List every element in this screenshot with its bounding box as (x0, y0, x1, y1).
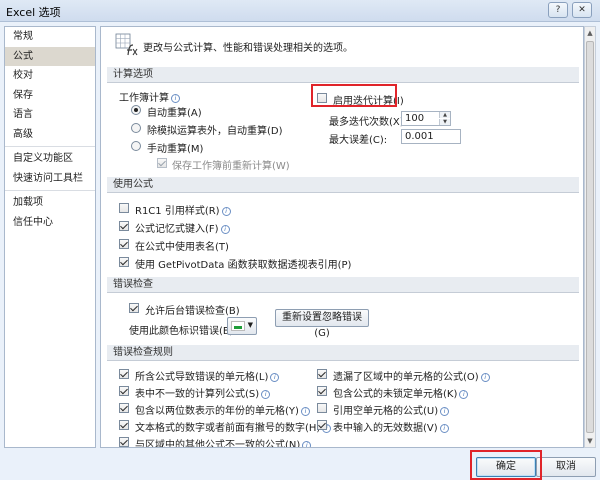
color-swatch-icon (231, 321, 245, 331)
stepper-up-icon[interactable]: ▲ (439, 112, 450, 118)
rule-checkbox[interactable] (119, 386, 129, 396)
recalc-before-save-checkbox[interactable] (157, 158, 167, 168)
rule-label[interactable]: 表中输入的无效数据(V) i (333, 419, 449, 434)
section-error-checking: 错误检查 (107, 277, 579, 293)
reset-ignored-errors-button[interactable]: 重新设置忽略错误(G) (275, 309, 369, 339)
max-change-label: 最大误差(C): (329, 135, 388, 146)
max-iterations-stepper[interactable]: 100 ▲ ▼ (401, 111, 451, 126)
auto-except-tables-radio[interactable] (131, 123, 141, 133)
info-icon: i (261, 390, 271, 399)
background-error-checking-checkbox[interactable] (129, 303, 139, 313)
background-error-checking-label[interactable]: 允许后台错误检查(B) (145, 302, 240, 317)
rule-checkbox[interactable] (317, 386, 327, 396)
manual-calc-label[interactable]: 手动重算(M) (147, 140, 203, 155)
recalc-before-save-label[interactable]: 保存工作簿前重新计算(W) (172, 157, 290, 172)
close-button[interactable]: ✕ (572, 2, 592, 18)
rule-checkbox[interactable] (119, 403, 129, 413)
rule-checkbox[interactable] (119, 369, 129, 379)
formula-autocomplete-checkbox[interactable] (119, 221, 129, 231)
formulas-panel: 更改与公式计算、性能和错误处理相关的选项。 计算选项 工作簿计算 i 自动重算(A… (100, 26, 584, 448)
panel-description: 更改与公式计算、性能和错误处理相关的选项。 (143, 43, 353, 54)
max-iterations-label: 最多迭代次数(X): (329, 117, 408, 128)
highlight-box-iterative (311, 84, 397, 107)
section-error-checking-rules: 错误检查规则 (107, 345, 579, 361)
sidebar-divider (5, 190, 95, 191)
rule-label[interactable]: 与区域中的其他公式不一致的公式(N) i (135, 436, 312, 447)
sidebar: 常规 公式 校对 保存 语言 高级 自定义功能区 快速访问工具栏 加载项 信任中… (4, 26, 96, 448)
info-icon: i (220, 225, 230, 234)
section-calc-options: 计算选项 (107, 67, 579, 83)
info-icon: i (302, 441, 312, 447)
auto-except-tables-label[interactable]: 除模拟运算表外，自动重算(D) (147, 122, 283, 137)
info-icon: i (480, 373, 490, 382)
info-icon: i (459, 390, 469, 399)
formula-autocomplete-label[interactable]: 公式记忆式键入(F) i (135, 220, 230, 235)
error-color-label: 使用此颜色标识错误(E): (129, 326, 237, 337)
rule-checkbox[interactable] (317, 403, 327, 413)
rule-checkbox[interactable] (317, 420, 327, 430)
scroll-thumb[interactable] (586, 41, 594, 433)
sidebar-item-general[interactable]: 常规 (5, 27, 95, 47)
sidebar-item-proofing[interactable]: 校对 (5, 66, 95, 86)
sidebar-item-save[interactable]: 保存 (5, 86, 95, 106)
info-icon: i (221, 207, 231, 216)
chevron-down-icon: ▼ (247, 321, 253, 329)
cancel-button[interactable]: 取消 (536, 457, 596, 477)
sidebar-item-add-ins[interactable]: 加载项 (5, 193, 95, 213)
manual-calc-radio[interactable] (131, 141, 141, 151)
title-bar: Excel 选项 ? ✕ (0, 0, 600, 22)
info-icon: i (439, 424, 449, 433)
workbook-calc-label: 工作簿计算 i (119, 89, 180, 104)
sidebar-item-formulas[interactable]: 公式 (5, 46, 95, 66)
rule-checkbox[interactable] (119, 420, 129, 430)
rule-label[interactable]: 遗漏了区域中的单元格的公式(O) i (333, 368, 490, 383)
panel-scrollbar[interactable]: ▲ ▼ (584, 26, 596, 448)
rule-label[interactable]: 文本格式的数字或者前面有撇号的数字(H)i (135, 419, 332, 434)
rule-checkbox[interactable] (317, 369, 327, 379)
info-icon: i (300, 407, 310, 416)
info-icon: i (270, 373, 280, 382)
sidebar-item-customize-ribbon[interactable]: 自定义功能区 (5, 149, 95, 169)
table-names-checkbox[interactable] (119, 239, 129, 249)
error-color-picker[interactable]: ▼ (227, 317, 257, 335)
rule-checkbox[interactable] (119, 437, 129, 447)
sidebar-item-language[interactable]: 语言 (5, 105, 95, 125)
rule-label[interactable]: 表中不一致的计算列公式(S) i (135, 385, 271, 400)
info-icon: i (440, 407, 450, 416)
stepper-down-icon[interactable]: ▼ (439, 119, 450, 125)
section-working-with-formulas: 使用公式 (107, 177, 579, 193)
sidebar-item-advanced[interactable]: 高级 (5, 125, 95, 145)
scroll-down-icon[interactable]: ▼ (585, 435, 595, 447)
highlight-box-ok (470, 450, 542, 480)
rule-label[interactable]: 包含公式的未锁定单元格(K) i (333, 385, 469, 400)
auto-calc-radio[interactable] (131, 105, 141, 115)
max-iterations-value: 100 (405, 113, 425, 124)
r1c1-checkbox[interactable] (119, 203, 129, 213)
getpivotdata-label[interactable]: 使用 GetPivotData 函数获取数据透视表引用(P) (135, 256, 351, 271)
formula-fx-icon (115, 33, 138, 56)
scroll-up-icon[interactable]: ▲ (585, 27, 595, 39)
sidebar-item-trust-center[interactable]: 信任中心 (5, 213, 95, 233)
info-icon: i (171, 94, 180, 103)
auto-calc-label[interactable]: 自动重算(A) (147, 104, 202, 119)
rule-label[interactable]: 包含以两位数表示的年份的单元格(Y) i (135, 402, 310, 417)
r1c1-label[interactable]: R1C1 引用样式(R) i (135, 202, 231, 217)
max-change-input[interactable]: 0.001 (401, 129, 461, 144)
help-button[interactable]: ? (548, 2, 568, 18)
sidebar-divider (5, 146, 95, 147)
window-title: Excel 选项 (6, 6, 61, 19)
table-names-label[interactable]: 在公式中使用表名(T) (135, 238, 229, 253)
rule-label[interactable]: 引用空单元格的公式(U) i (333, 402, 450, 417)
sidebar-item-quick-access-toolbar[interactable]: 快速访问工具栏 (5, 169, 95, 189)
rule-label[interactable]: 所含公式导致错误的单元格(L) i (135, 368, 280, 383)
getpivotdata-checkbox[interactable] (119, 257, 129, 267)
